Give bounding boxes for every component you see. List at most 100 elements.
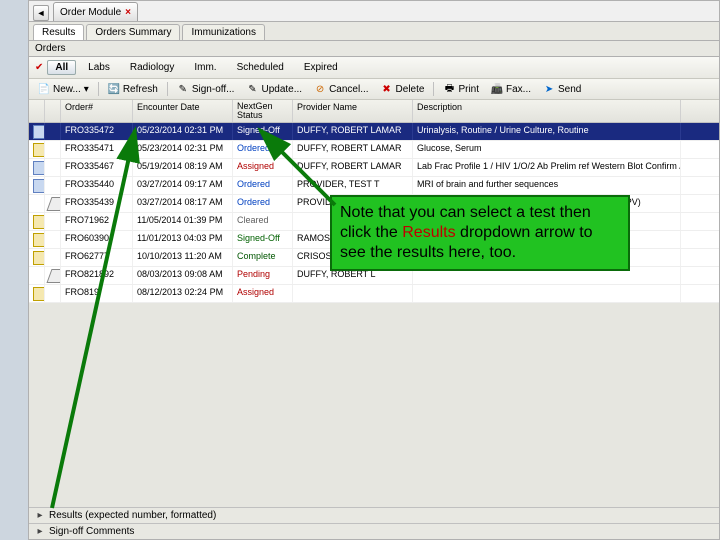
cell-provider: DUFFY, ROBERT LAMAR: [293, 123, 413, 140]
cell-status: Ordered: [233, 195, 293, 212]
cell-provider: DUFFY, ROBERT LAMAR: [293, 159, 413, 176]
cell-encounter: 05/19/2014 08:19 AM: [133, 159, 233, 176]
tab-results[interactable]: Results: [33, 24, 84, 40]
cell-status: Ordered: [233, 177, 293, 194]
fax-button[interactable]: 📠Fax...: [488, 82, 534, 96]
results-panel-label: Results (expected number, formatted): [49, 510, 216, 521]
results-panel-header[interactable]: ▸ Results (expected number, formatted): [29, 507, 719, 523]
cell-provider: PROVIDER, TEST T: [293, 177, 413, 194]
row-type-icon: [33, 269, 45, 281]
row-status-icon: [46, 269, 61, 283]
row-status-icon: [49, 125, 61, 137]
cell-order: FRO71962: [61, 213, 133, 230]
cell-description: Lab Frac Profile 1 / HIV 1/O/2 Ab Prelim…: [413, 159, 681, 176]
cancel-label: Cancel...: [329, 84, 368, 95]
filter-labs[interactable]: Labs: [80, 60, 118, 75]
signoff-label: Sign-off...: [192, 84, 235, 95]
expand-icon[interactable]: ▸: [35, 510, 45, 521]
delete-label: Delete: [396, 84, 425, 95]
back-button[interactable]: ◄: [33, 5, 49, 21]
filter-expired[interactable]: Expired: [296, 60, 346, 75]
table-row[interactable]: FRO33546705/19/2014 08:19 AMAssignedDUFF…: [29, 159, 719, 177]
cell-description: Glucose, Serum: [413, 141, 681, 158]
close-icon[interactable]: ×: [125, 7, 131, 18]
table-row[interactable]: FRO33547105/23/2014 02:31 PMOrderedDUFFY…: [29, 141, 719, 159]
filter-imm[interactable]: Imm.: [186, 60, 224, 75]
cell-provider: DUFFY, ROBERT LAMAR: [293, 141, 413, 158]
col-icon2: [45, 100, 61, 122]
filter-radiology[interactable]: Radiology: [122, 60, 182, 75]
signoff-icon: ✎: [177, 83, 189, 95]
filter-scheduled[interactable]: Scheduled: [229, 60, 292, 75]
grid-header: Order# Encounter Date NextGenStatus Prov…: [29, 100, 719, 123]
cell-status: Signed-Off: [233, 231, 293, 248]
filter-bar: ✔ All Labs Radiology Imm. Scheduled Expi…: [29, 57, 719, 79]
col-description[interactable]: Description: [413, 100, 681, 122]
delete-icon: ✖: [381, 83, 393, 95]
table-row[interactable]: FRO33547205/23/2014 02:31 PMSigned-OffDU…: [29, 123, 719, 141]
tab-immunizations[interactable]: Immunizations: [182, 24, 264, 40]
row-type-icon: [33, 215, 45, 229]
print-icon: 🖶: [443, 83, 455, 95]
delete-button[interactable]: ✖Delete: [378, 82, 428, 96]
row-type-icon: [33, 287, 45, 301]
table-row[interactable]: FRO33544003/27/2014 09:17 AMOrderedPROVI…: [29, 177, 719, 195]
row-type-icon: [33, 251, 45, 265]
cell-description: [413, 285, 681, 302]
col-encounter[interactable]: Encounter Date: [133, 100, 233, 122]
cancel-icon: ⊘: [314, 83, 326, 95]
cell-encounter: 03/27/2014 09:17 AM: [133, 177, 233, 194]
refresh-button[interactable]: 🔄Refresh: [105, 82, 161, 96]
cell-order: FRO821892: [61, 267, 133, 284]
window-tabbar: ◄ Order Module ×: [29, 1, 719, 22]
chevron-down-icon[interactable]: ▾: [84, 84, 89, 95]
bottom-panels: ▸ Results (expected number, formatted) ▸…: [29, 507, 719, 539]
cell-status: Assigned: [233, 285, 293, 302]
row-status-icon: [49, 179, 61, 191]
fax-label: Fax...: [506, 84, 531, 95]
cell-description: MRI of brain and further sequences: [413, 177, 681, 194]
row-status-icon: [46, 197, 61, 211]
cell-status: Cleared: [233, 213, 293, 230]
annotation-callout: Note that you can select a test then cli…: [330, 195, 630, 271]
cell-order: FRO60390: [61, 231, 133, 248]
send-button[interactable]: ➤Send: [540, 82, 584, 96]
signoff-button[interactable]: ✎Sign-off...: [174, 82, 238, 96]
send-icon: ➤: [543, 83, 555, 95]
print-label: Print: [458, 84, 479, 95]
cell-order: FRO335439: [61, 195, 133, 212]
table-row[interactable]: FRO81908/12/2013 02:24 PMAssigned: [29, 285, 719, 303]
update-icon: ✎: [246, 83, 258, 95]
cell-order: FRO335440: [61, 177, 133, 194]
new-button[interactable]: 📄New...▾: [35, 82, 92, 96]
cell-encounter: 11/05/2014 01:39 PM: [133, 213, 233, 230]
new-icon: 📄: [38, 83, 50, 95]
col-provider[interactable]: Provider Name: [293, 100, 413, 122]
col-order[interactable]: Order#: [61, 100, 133, 122]
cell-encounter: 08/12/2013 02:24 PM: [133, 285, 233, 302]
window-tab-label: Order Module: [60, 7, 121, 18]
cell-encounter: 08/03/2013 09:08 AM: [133, 267, 233, 284]
row-type-icon: [33, 179, 45, 193]
toolbar: 📄New...▾ 🔄Refresh ✎Sign-off... ✎Update..…: [29, 79, 719, 100]
col-status[interactable]: NextGenStatus: [233, 100, 293, 122]
expand-icon[interactable]: ▸: [35, 526, 45, 537]
row-type-icon: [33, 125, 45, 139]
new-label: New...: [53, 84, 81, 95]
filter-all[interactable]: All: [47, 60, 76, 75]
signoff-panel-header[interactable]: ▸ Sign-off Comments: [29, 523, 719, 539]
print-button[interactable]: 🖶Print: [440, 82, 482, 96]
callout-text-red: Results: [402, 224, 455, 241]
tab-orders-summary[interactable]: Orders Summary: [86, 24, 180, 40]
cell-encounter: 03/27/2014 08:17 AM: [133, 195, 233, 212]
cell-encounter: 10/10/2013 11:20 AM: [133, 249, 233, 266]
row-status-icon: [49, 215, 61, 227]
cell-encounter: 05/23/2014 02:31 PM: [133, 141, 233, 158]
update-button[interactable]: ✎Update...: [243, 82, 305, 96]
col-icon1: [29, 100, 45, 122]
row-type-icon: [33, 143, 45, 157]
cell-status: Pending: [233, 267, 293, 284]
cancel-button[interactable]: ⊘Cancel...: [311, 82, 371, 96]
window-tab-order-module[interactable]: Order Module ×: [53, 2, 138, 21]
update-label: Update...: [261, 84, 302, 95]
